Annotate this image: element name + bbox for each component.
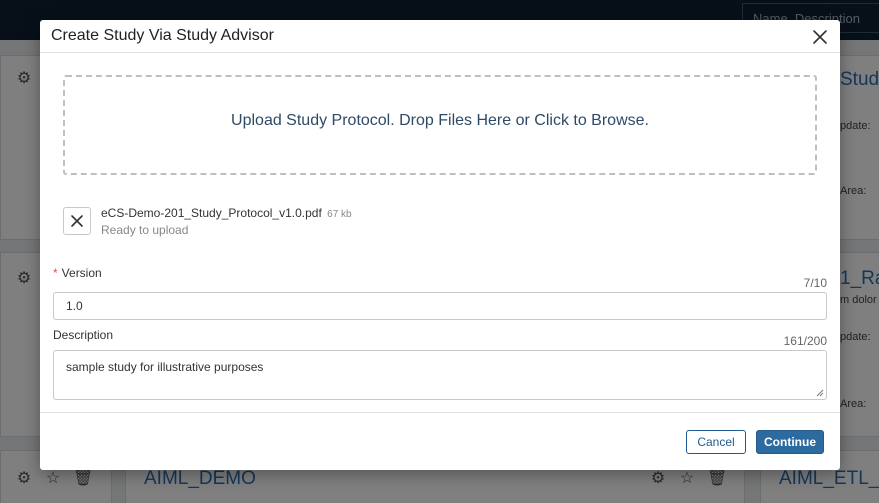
description-label: Description xyxy=(53,328,114,342)
description-textarea[interactable]: sample study for illustrative purposes xyxy=(53,350,827,400)
file-name-text: eCS-Demo-201_Study_Protocol_v1.0.pdf xyxy=(101,206,322,220)
close-icon xyxy=(71,215,83,227)
uploaded-file-name: eCS-Demo-201_Study_Protocol_v1.0.pdf 67 … xyxy=(101,206,352,220)
resize-handle-icon[interactable] xyxy=(816,389,824,397)
file-size: 67 kb xyxy=(327,209,352,220)
version-label-text: Version xyxy=(61,266,102,280)
continue-button[interactable]: Continue xyxy=(756,430,824,454)
required-marker: * xyxy=(53,266,58,280)
create-study-dialog: Create Study Via Study Advisor Upload St… xyxy=(40,20,840,470)
file-dropzone[interactable]: Upload Study Protocol. Drop Files Here o… xyxy=(63,75,817,175)
dialog-title: Create Study Via Study Advisor xyxy=(51,27,274,44)
dialog-header: Create Study Via Study Advisor xyxy=(40,20,840,53)
description-text: sample study for illustrative purposes xyxy=(66,360,264,374)
remove-file-button[interactable] xyxy=(63,207,91,235)
version-label: * Version xyxy=(53,266,102,280)
version-char-counter: 7/10 xyxy=(803,276,827,290)
cancel-button[interactable]: Cancel xyxy=(686,430,746,454)
close-icon[interactable] xyxy=(809,26,831,48)
version-input[interactable] xyxy=(53,292,827,320)
description-char-counter: 161/200 xyxy=(783,334,827,348)
file-status: Ready to upload xyxy=(101,223,189,237)
dropzone-instructions: Upload Study Protocol. Drop Files Here o… xyxy=(231,112,649,129)
dialog-footer-divider xyxy=(40,412,840,413)
